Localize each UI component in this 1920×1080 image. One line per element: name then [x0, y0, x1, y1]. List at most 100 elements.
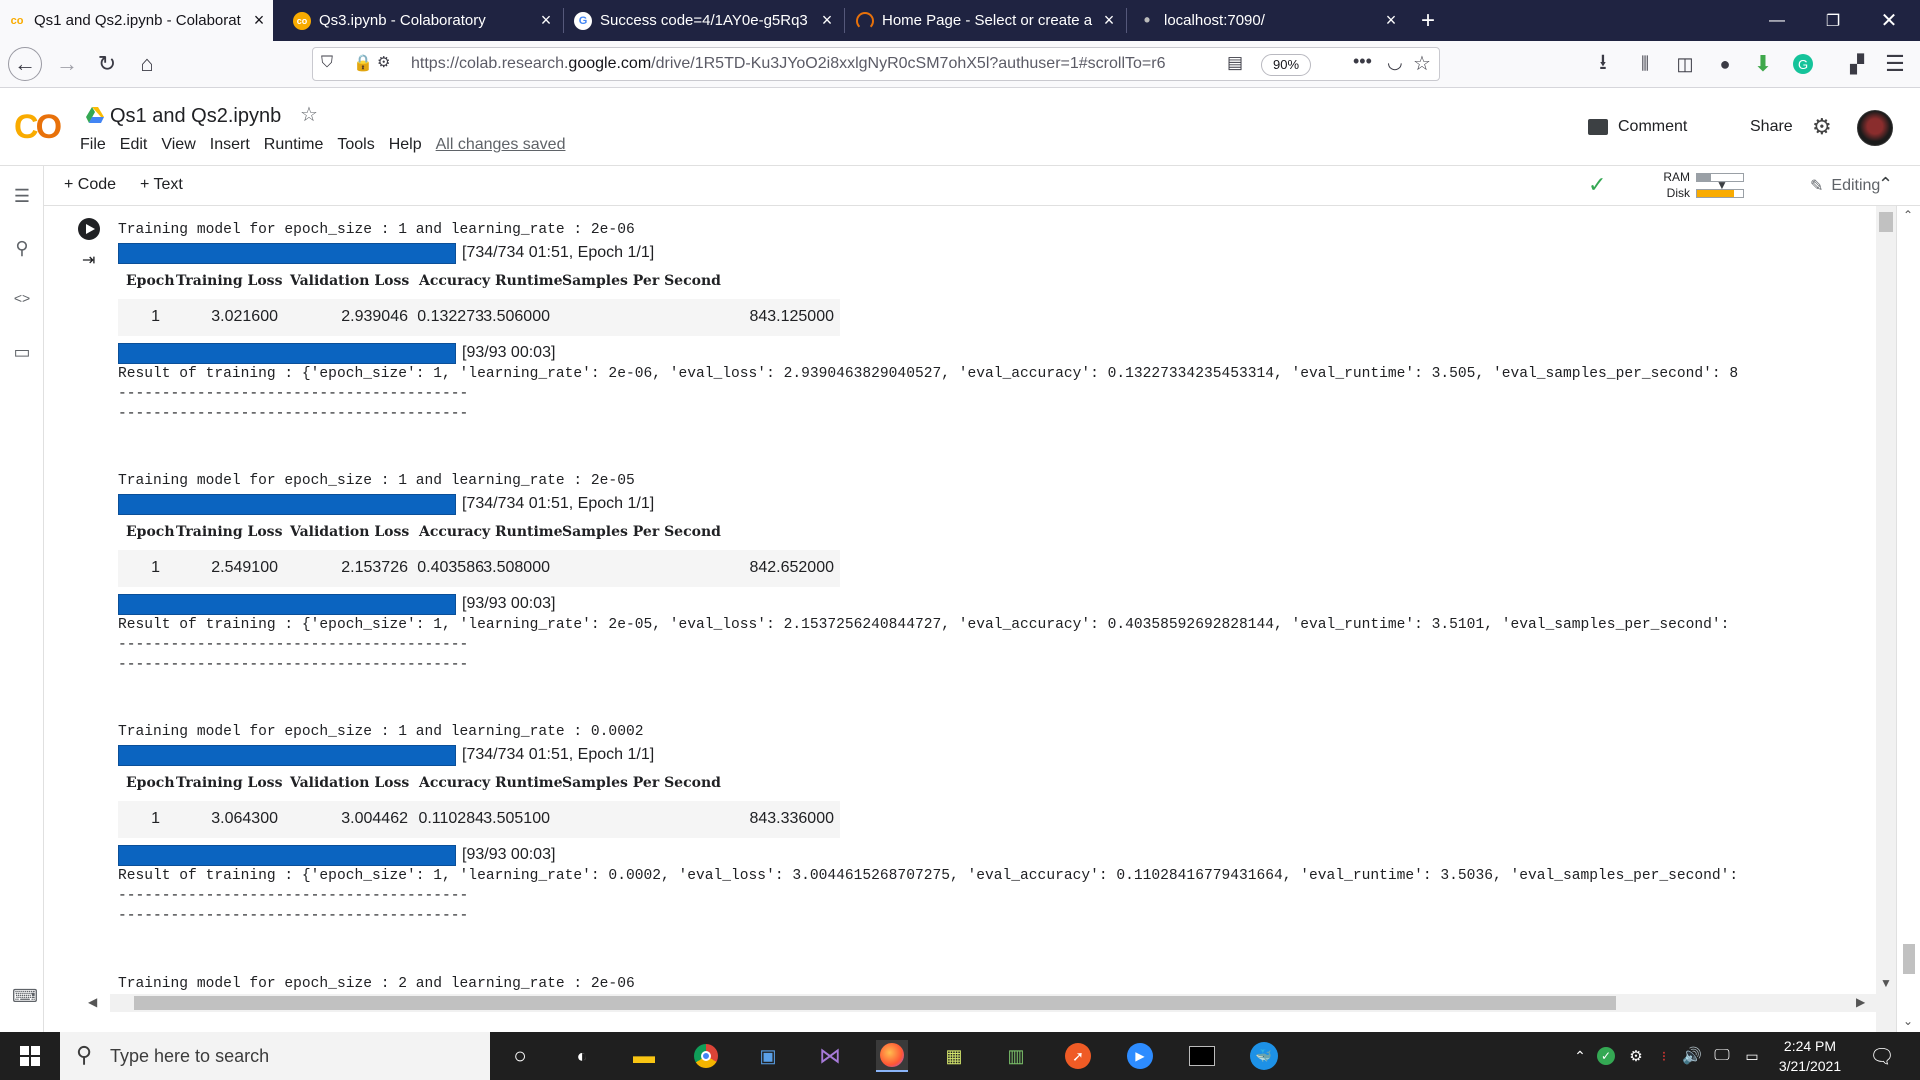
- tab-home-page[interactable]: Home Page - Select or create a ×: [848, 0, 1123, 41]
- forward-button[interactable]: →: [50, 47, 84, 81]
- share-button[interactable]: Share: [1750, 118, 1793, 136]
- menu-edit[interactable]: Edit: [120, 136, 148, 154]
- column-header: Validation Loss: [290, 273, 410, 289]
- table-of-contents-icon[interactable]: ☰: [12, 186, 32, 206]
- taskbar-search-box[interactable]: ⚲ Type here to search: [60, 1032, 490, 1080]
- terminal-keyboard-icon[interactable]: ⌨: [12, 986, 38, 1006]
- scroll-left-arrow[interactable]: ◀: [88, 995, 97, 1009]
- library-icon[interactable]: ⫼: [1628, 47, 1662, 81]
- zoom-app-icon[interactable]: ▶: [1124, 1040, 1156, 1072]
- colab-logo[interactable]: CO: [14, 108, 62, 147]
- scroll-up-arrow[interactable]: ⌃: [1903, 208, 1913, 222]
- home-button[interactable]: ⌂: [130, 47, 164, 81]
- grammarly-icon[interactable]: G: [1786, 47, 1820, 81]
- scroll-down-arrow[interactable]: ▼: [1880, 976, 1892, 990]
- settings-gear-icon[interactable]: ⚙: [1812, 114, 1832, 140]
- close-window-button[interactable]: ✕: [1866, 0, 1912, 41]
- tab-qs1-qs2[interactable]: co Qs1 and Qs2.ipynb - Colaborat ×: [0, 0, 273, 41]
- pocket-icon[interactable]: ◡: [1387, 52, 1403, 73]
- tab-localhost[interactable]: • localhost:7090/ ×: [1130, 0, 1405, 41]
- back-button[interactable]: ←: [8, 47, 42, 81]
- cortana-icon[interactable]: ○: [504, 1040, 536, 1072]
- chrome-icon[interactable]: [690, 1040, 722, 1072]
- shield-icon[interactable]: ⛉: [321, 54, 333, 72]
- lock-icon[interactable]: 🔒: [353, 53, 373, 73]
- taskbar-clock[interactable]: 2:24 PM 3/21/2021: [1770, 1036, 1850, 1076]
- scroll-right-arrow[interactable]: ▶: [1856, 995, 1865, 1009]
- downloads-icon[interactable]: ⭳: [1586, 47, 1620, 81]
- menu-view[interactable]: View: [161, 136, 195, 154]
- minimize-button[interactable]: —: [1754, 0, 1800, 41]
- tab-title: localhost:7090/: [1164, 12, 1265, 29]
- scroll-thumb[interactable]: [1903, 944, 1915, 974]
- address-bar[interactable]: ⛉ 🔒 ⚙ https://colab.research.google.com/…: [312, 47, 1440, 81]
- menu-icon[interactable]: ☰: [1878, 47, 1912, 81]
- volume-icon[interactable]: 🔊: [1676, 1040, 1708, 1072]
- notebook-vertical-scrollbar[interactable]: ⌃ ⌄: [1896, 206, 1920, 1032]
- notifications-icon[interactable]: 🗨: [1866, 1040, 1898, 1072]
- close-tab-icon[interactable]: ×: [532, 10, 560, 31]
- runtime-dropdown-icon[interactable]: ▼: [1716, 178, 1728, 192]
- close-tab-icon[interactable]: ×: [1377, 10, 1405, 31]
- sidebar-icon[interactable]: ◫: [1668, 47, 1702, 81]
- menu-runtime[interactable]: Runtime: [264, 136, 324, 154]
- reload-button[interactable]: ↻: [90, 47, 124, 81]
- network-tray-icon[interactable]: 🖵: [1706, 1040, 1738, 1072]
- extensions-icon[interactable]: ▞: [1840, 47, 1874, 81]
- save-status[interactable]: All changes saved: [436, 136, 566, 154]
- files-folder-icon[interactable]: ▭: [12, 342, 32, 362]
- output-vertical-scrollbar[interactable]: ▲ ▼: [1876, 206, 1896, 1032]
- run-cell-button[interactable]: [78, 218, 100, 240]
- comment-button[interactable]: Comment: [1588, 118, 1687, 136]
- new-tab-button[interactable]: +: [1405, 0, 1451, 41]
- search-icon[interactable]: ⚲: [12, 238, 32, 258]
- url-text[interactable]: https://colab.research.google.com/drive/…: [411, 55, 1217, 73]
- add-text-button[interactable]: + Text: [140, 176, 183, 194]
- collapse-header-icon[interactable]: ⌃: [1878, 174, 1893, 195]
- close-tab-icon[interactable]: ×: [245, 10, 273, 31]
- column-header: Validation Loss: [290, 524, 410, 540]
- terminal-icon[interactable]: [1186, 1040, 1218, 1072]
- network-app-icon[interactable]: ▣: [752, 1040, 784, 1072]
- zoom-level[interactable]: 90%: [1261, 54, 1311, 76]
- file-explorer-icon[interactable]: ▬: [628, 1040, 660, 1072]
- visual-studio-icon[interactable]: ⋈: [814, 1040, 846, 1072]
- ram-disk-indicator[interactable]: RAM Disk: [1638, 169, 1744, 201]
- comment-icon: [1588, 119, 1608, 135]
- docker-icon[interactable]: 🐳: [1248, 1040, 1280, 1072]
- bookmark-star-icon[interactable]: ☆: [1413, 51, 1431, 76]
- page-actions-icon[interactable]: •••: [1353, 51, 1372, 72]
- windows-start-button[interactable]: [0, 1032, 60, 1080]
- output-horizontal-scrollbar[interactable]: ◀ ▶: [88, 994, 1876, 1012]
- paint-app-icon[interactable]: ▦: [938, 1040, 970, 1072]
- firefox-icon[interactable]: [876, 1040, 908, 1072]
- tab-success-code[interactable]: G Success code=4/1AY0e-g5Rq3 ×: [566, 0, 841, 41]
- editing-mode-button[interactable]: ✎ Editing: [1810, 176, 1880, 196]
- sheets-app-icon[interactable]: ▥: [1000, 1040, 1032, 1072]
- tray-check-icon[interactable]: ✓: [1590, 1040, 1622, 1072]
- scroll-down-arrow[interactable]: ⌄: [1903, 1014, 1913, 1028]
- menu-file[interactable]: File: [80, 136, 106, 154]
- menu-insert[interactable]: Insert: [210, 136, 250, 154]
- task-view-icon[interactable]: ◐: [566, 1040, 598, 1072]
- extension-download-icon[interactable]: ⬇: [1746, 47, 1780, 81]
- postman-icon[interactable]: ➚: [1062, 1040, 1094, 1072]
- menu-help[interactable]: Help: [389, 136, 422, 154]
- extension-incognito-icon[interactable]: ●: [1708, 47, 1742, 81]
- close-tab-icon[interactable]: ×: [813, 10, 841, 31]
- permissions-icon[interactable]: ⚙: [377, 53, 390, 71]
- star-icon[interactable]: ☆: [300, 102, 318, 127]
- reader-view-icon[interactable]: ▤: [1227, 53, 1243, 73]
- tab-qs3[interactable]: co Qs3.ipynb - Colaboratory ×: [285, 0, 560, 41]
- notebook-title[interactable]: Qs1 and Qs2.ipynb: [110, 105, 281, 128]
- restore-button[interactable]: ❐: [1810, 0, 1856, 41]
- menu-tools[interactable]: Tools: [337, 136, 374, 154]
- battery-icon[interactable]: ▭: [1736, 1040, 1768, 1072]
- avatar[interactable]: [1857, 110, 1893, 146]
- output-actions-icon[interactable]: ⇥: [82, 250, 95, 270]
- add-code-button[interactable]: + Code: [64, 176, 116, 194]
- scroll-thumb[interactable]: [134, 996, 1616, 1010]
- code-snippets-icon[interactable]: <>: [12, 290, 32, 310]
- close-tab-icon[interactable]: ×: [1095, 10, 1123, 31]
- scroll-thumb[interactable]: [1879, 212, 1893, 232]
